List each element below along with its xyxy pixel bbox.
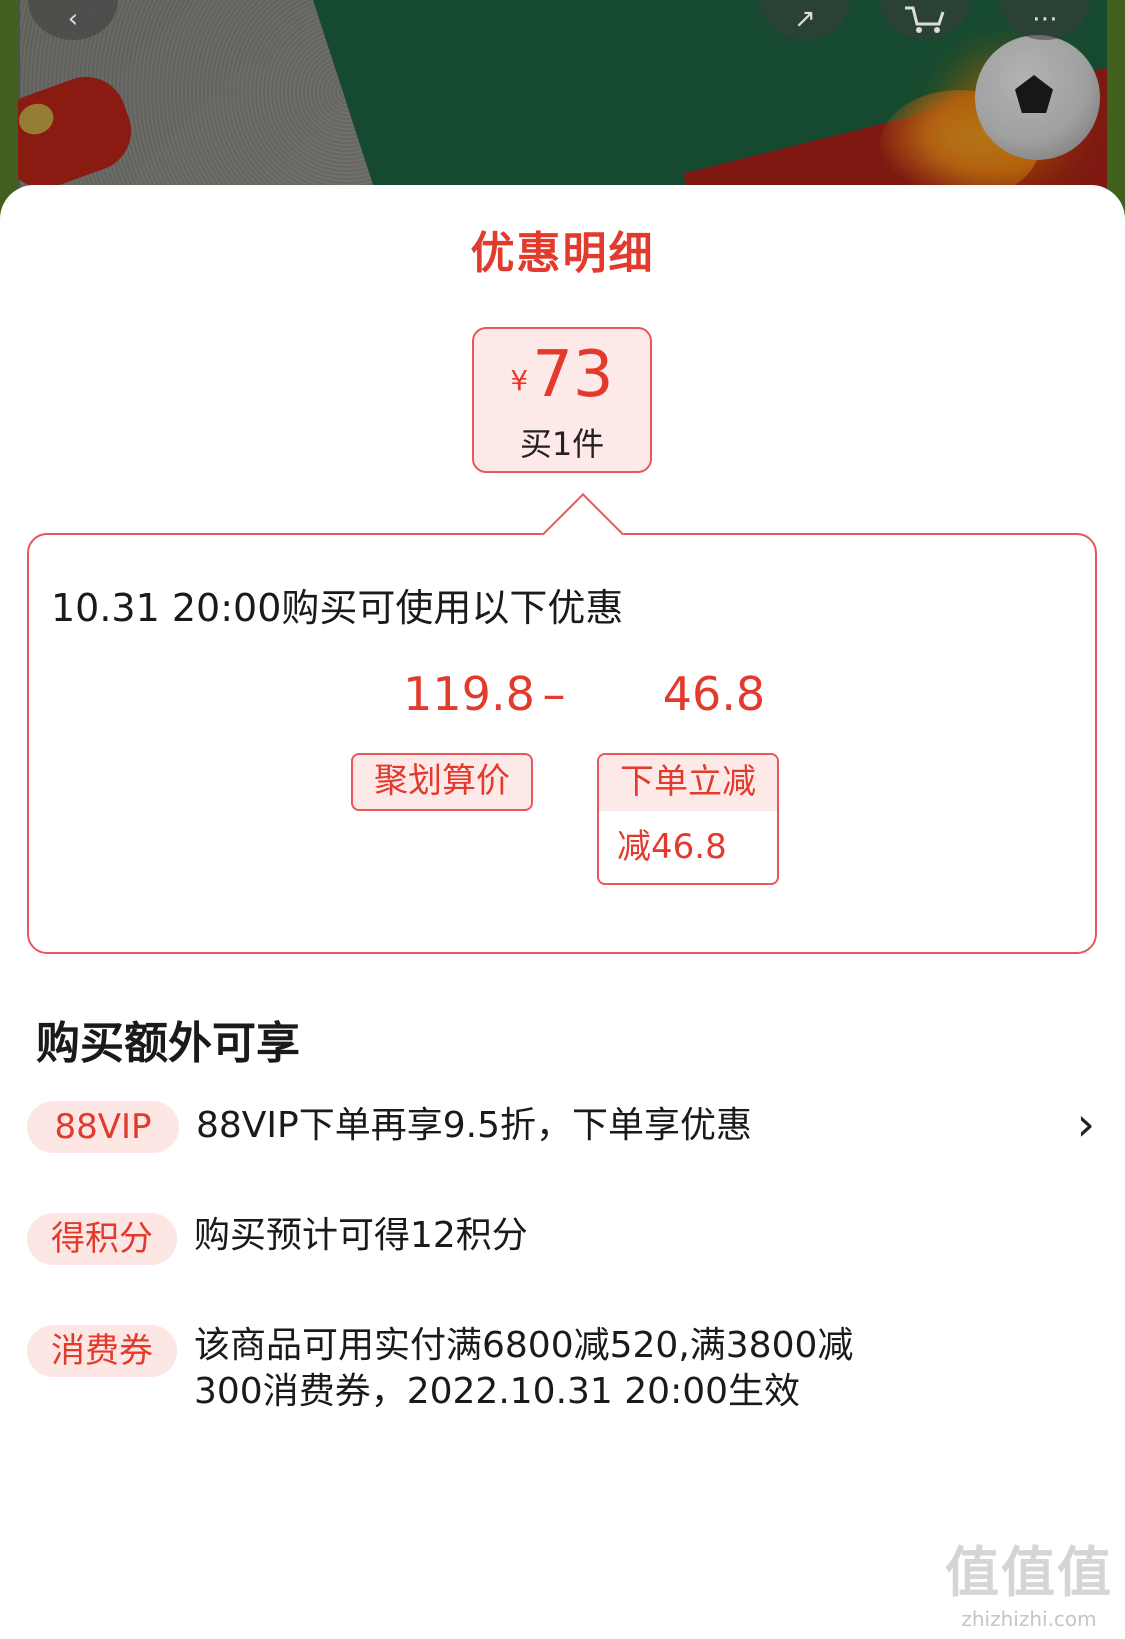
share-icon: ↗ [794,4,816,34]
88vip-benefit-text: 88VIP下单再享9.5折，下单享优惠 [196,1105,753,1146]
coupon-text-line2: 300消费券，2022.10.31 20:00生效 [194,1371,801,1412]
extra-benefits-title: 购买额外可享 [36,1018,300,1069]
coupon-text-line1: 该商品可用实付满6800减520,满3800减 [194,1325,854,1366]
points-badge: 得积分 [27,1213,177,1265]
coupon-badge: 消费券 [27,1325,177,1377]
cart-icon [905,6,945,33]
sheet-title: 优惠明细 [470,228,655,279]
chevron-left-icon: ‹ [67,4,79,34]
quantity-label: 买1件 [519,425,605,463]
watermark-logo: 值值值 [945,1541,1113,1604]
price-line: ¥73 [474,343,650,407]
minus-operator: – [542,667,566,721]
site-watermark: 值值值 zhizhizhi.com [945,1528,1113,1631]
coupon-benefit-text: 该商品可用实付满6800减520,满3800减 300消费券，2022.10.3… [194,1323,853,1415]
order-discount-title: 下单立减 [599,755,777,811]
price-option-card[interactable]: ¥73 买1件 [472,327,652,473]
juhuasuan-price-tag: 聚划算价 [351,753,533,811]
discount-time-heading: 10.31 20:00购买可使用以下优惠 [51,586,624,630]
discount-detail-sheet: 优惠明细 ¥73 买1件 10.31 20:00购买可使用以下优惠 119.8 … [0,185,1125,1639]
points-benefit-text: 购买预计可得12积分 [194,1215,528,1256]
pointer-arrow [541,492,625,576]
chevron-right-icon[interactable]: › [1077,1097,1095,1151]
currency-symbol: ¥ [510,364,529,397]
order-discount-tag: 下单立减 减46.8 [597,753,779,885]
watermark-url: zhizhizhi.com [961,1607,1097,1631]
final-price: 73 [532,338,614,412]
order-discount-detail: 减46.8 [617,827,727,867]
discount-breakdown-box: 10.31 20:00购买可使用以下优惠 119.8 – 46.8 聚划算价 下… [27,492,1097,954]
88vip-badge: 88VIP [27,1101,179,1153]
more-icon: ⋯ [1032,4,1058,34]
discount-amount-value: 46.8 [662,667,766,721]
